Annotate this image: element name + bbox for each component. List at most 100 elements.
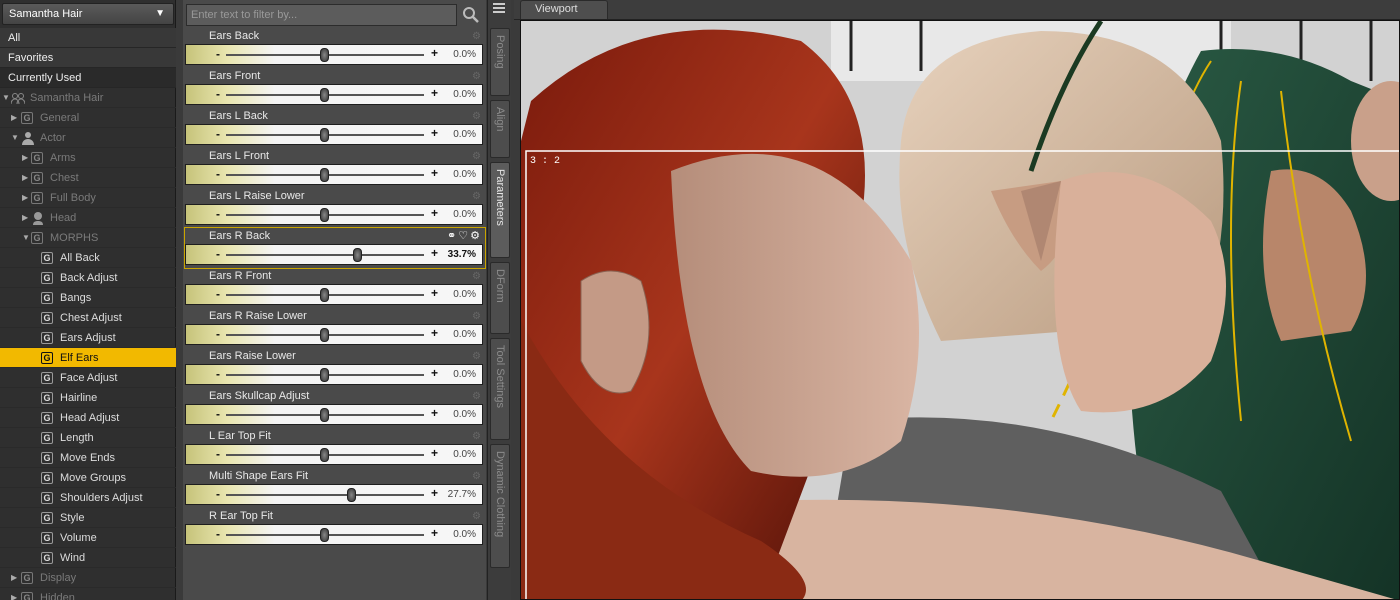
node-selector-dropdown[interactable]: Samantha Hair ▼ (2, 3, 174, 25)
tree-item-morph-selected[interactable]: G Elf Ears (0, 348, 176, 368)
slider-knob[interactable] (320, 448, 329, 462)
expand-right-icon[interactable]: ▶ (22, 148, 28, 168)
decrement-button[interactable]: - (216, 247, 220, 261)
increment-button[interactable]: + (431, 406, 438, 420)
slider-value[interactable]: 0.0% (453, 129, 476, 140)
slider-knob[interactable] (320, 128, 329, 142)
tree-item-arms[interactable]: ▶ G Arms (0, 148, 176, 168)
tree-item-display[interactable]: ▶ G Display (0, 568, 176, 588)
increment-button[interactable]: + (431, 446, 438, 460)
parameter-slider[interactable]: Ears Front ⚙ - +0.0% (185, 68, 485, 108)
filter-search-input[interactable]: Enter text to filter by... (186, 4, 457, 26)
tree-item-full-body[interactable]: ▶ G Full Body (0, 188, 176, 208)
increment-button[interactable]: + (431, 526, 438, 540)
tab-dynamic-clothing[interactable]: Dynamic Clothing (490, 444, 510, 568)
gear-icon[interactable]: ⚙ (472, 351, 481, 362)
expand-down-icon[interactable]: ▼ (11, 128, 19, 148)
gear-icon[interactable]: ⚙ (472, 431, 481, 442)
decrement-button[interactable]: - (216, 207, 220, 221)
slider-track[interactable]: - +0.0% (185, 404, 483, 425)
expand-down-icon[interactable]: ▼ (22, 228, 30, 248)
tab-parameters[interactable]: Parameters (490, 162, 510, 258)
parameter-slider[interactable]: L Ear Top Fit ⚙ - +0.0% (185, 428, 485, 468)
slider-value[interactable]: 33.7% (448, 249, 476, 260)
tree-item-morph[interactable]: G Length (0, 428, 176, 448)
search-button[interactable] (459, 4, 483, 26)
parameter-slider[interactable]: Ears R Back ⚭♡⚙ - +33.7% (184, 227, 486, 269)
parameter-slider[interactable]: Ears L Raise Lower ⚙ - +0.0% (185, 188, 485, 228)
increment-button[interactable]: + (431, 326, 438, 340)
slider-value[interactable]: 0.0% (453, 329, 476, 340)
parameter-slider[interactable]: Ears Skullcap Adjust ⚙ - +0.0% (185, 388, 485, 428)
decrement-button[interactable]: - (216, 327, 220, 341)
tree-item-morph[interactable]: G Face Adjust (0, 368, 176, 388)
slider-track[interactable]: - +0.0% (185, 84, 483, 105)
slider-knob[interactable] (353, 248, 363, 262)
tree-item-morph[interactable]: G Move Groups (0, 468, 176, 488)
decrement-button[interactable]: - (216, 87, 220, 101)
gear-icon[interactable]: ⚙ (472, 71, 481, 82)
tree-item-morph[interactable]: G Wind (0, 548, 176, 568)
link-icon[interactable]: ⚭ (447, 230, 458, 242)
viewport-3d[interactable]: 3 : 2 (520, 20, 1400, 600)
increment-button[interactable]: + (431, 86, 438, 100)
parameter-slider[interactable]: Ears Back ⚙ - +0.0% (185, 28, 485, 68)
parameter-slider[interactable]: Multi Shape Ears Fit ⚙ - +27.7% (185, 468, 485, 508)
slider-value[interactable]: 0.0% (453, 409, 476, 420)
decrement-button[interactable]: - (216, 447, 220, 461)
expand-right-icon[interactable]: ▶ (22, 188, 28, 208)
parameter-slider[interactable]: Ears R Front ⚙ - +0.0% (185, 268, 485, 308)
parameter-slider[interactable]: Ears R Raise Lower ⚙ - +0.0% (185, 308, 485, 348)
slider-knob[interactable] (320, 368, 329, 382)
slider-track[interactable]: - +0.0% (185, 204, 483, 225)
tree-item-morph[interactable]: G Ears Adjust (0, 328, 176, 348)
slider-track[interactable]: - +0.0% (185, 324, 483, 345)
tab-align[interactable]: Align (490, 100, 510, 158)
slider-value[interactable]: 0.0% (453, 169, 476, 180)
tree-item-morph[interactable]: G Back Adjust (0, 268, 176, 288)
tree-item-head[interactable]: ▶ Head (0, 208, 176, 228)
tree-item-morph[interactable]: G Volume (0, 528, 176, 548)
slider-knob[interactable] (320, 288, 329, 302)
slider-track[interactable]: - +27.7% (185, 484, 483, 505)
slider-knob[interactable] (320, 408, 329, 422)
slider-knob[interactable] (320, 88, 329, 102)
gear-icon[interactable]: ⚙ (472, 31, 481, 42)
filter-favorites[interactable]: Favorites (0, 48, 176, 68)
tree-item-root[interactable]: ▼ Samantha Hair (0, 88, 176, 108)
decrement-button[interactable]: - (216, 487, 220, 501)
tree-item-morph[interactable]: G Head Adjust (0, 408, 176, 428)
panel-menu-icon[interactable] (490, 2, 508, 14)
slider-track[interactable]: - +33.7% (185, 244, 483, 265)
slider-value[interactable]: 0.0% (453, 49, 476, 60)
slider-track[interactable]: - +0.0% (185, 444, 483, 465)
parameter-slider[interactable]: R Ear Top Fit ⚙ - +0.0% (185, 508, 485, 548)
tree-item-hidden[interactable]: ▶ G Hidden (0, 588, 176, 600)
parameter-slider[interactable]: Ears Raise Lower ⚙ - +0.0% (185, 348, 485, 388)
slider-value[interactable]: 0.0% (453, 289, 476, 300)
filter-all[interactable]: All (0, 28, 176, 48)
gear-icon[interactable]: ⚙ (472, 191, 481, 202)
tree-item-actor[interactable]: ▼ Actor (0, 128, 176, 148)
increment-button[interactable]: + (431, 46, 438, 60)
decrement-button[interactable]: - (216, 287, 220, 301)
slider-knob[interactable] (347, 488, 357, 502)
tab-dform[interactable]: DForm (490, 262, 510, 334)
slider-knob[interactable] (320, 528, 329, 542)
tab-posing[interactable]: Posing (490, 28, 510, 96)
slider-knob[interactable] (320, 328, 329, 342)
expand-right-icon[interactable]: ▶ (11, 588, 17, 600)
slider-knob[interactable] (320, 48, 329, 62)
slider-value[interactable]: 0.0% (453, 449, 476, 460)
slider-track[interactable]: - +0.0% (185, 164, 483, 185)
slider-track[interactable]: - +0.0% (185, 284, 483, 305)
slider-value[interactable]: 0.0% (453, 529, 476, 540)
slider-track[interactable]: - +0.0% (185, 124, 483, 145)
increment-button[interactable]: + (431, 166, 438, 180)
tree-item-morph[interactable]: G Shoulders Adjust (0, 488, 176, 508)
gear-icon[interactable]: ⚙ (472, 151, 481, 162)
tree-item-morph[interactable]: G Chest Adjust (0, 308, 176, 328)
slider-value[interactable]: 0.0% (453, 369, 476, 380)
expand-right-icon[interactable]: ▶ (11, 568, 17, 588)
expand-right-icon[interactable]: ▶ (11, 108, 17, 128)
